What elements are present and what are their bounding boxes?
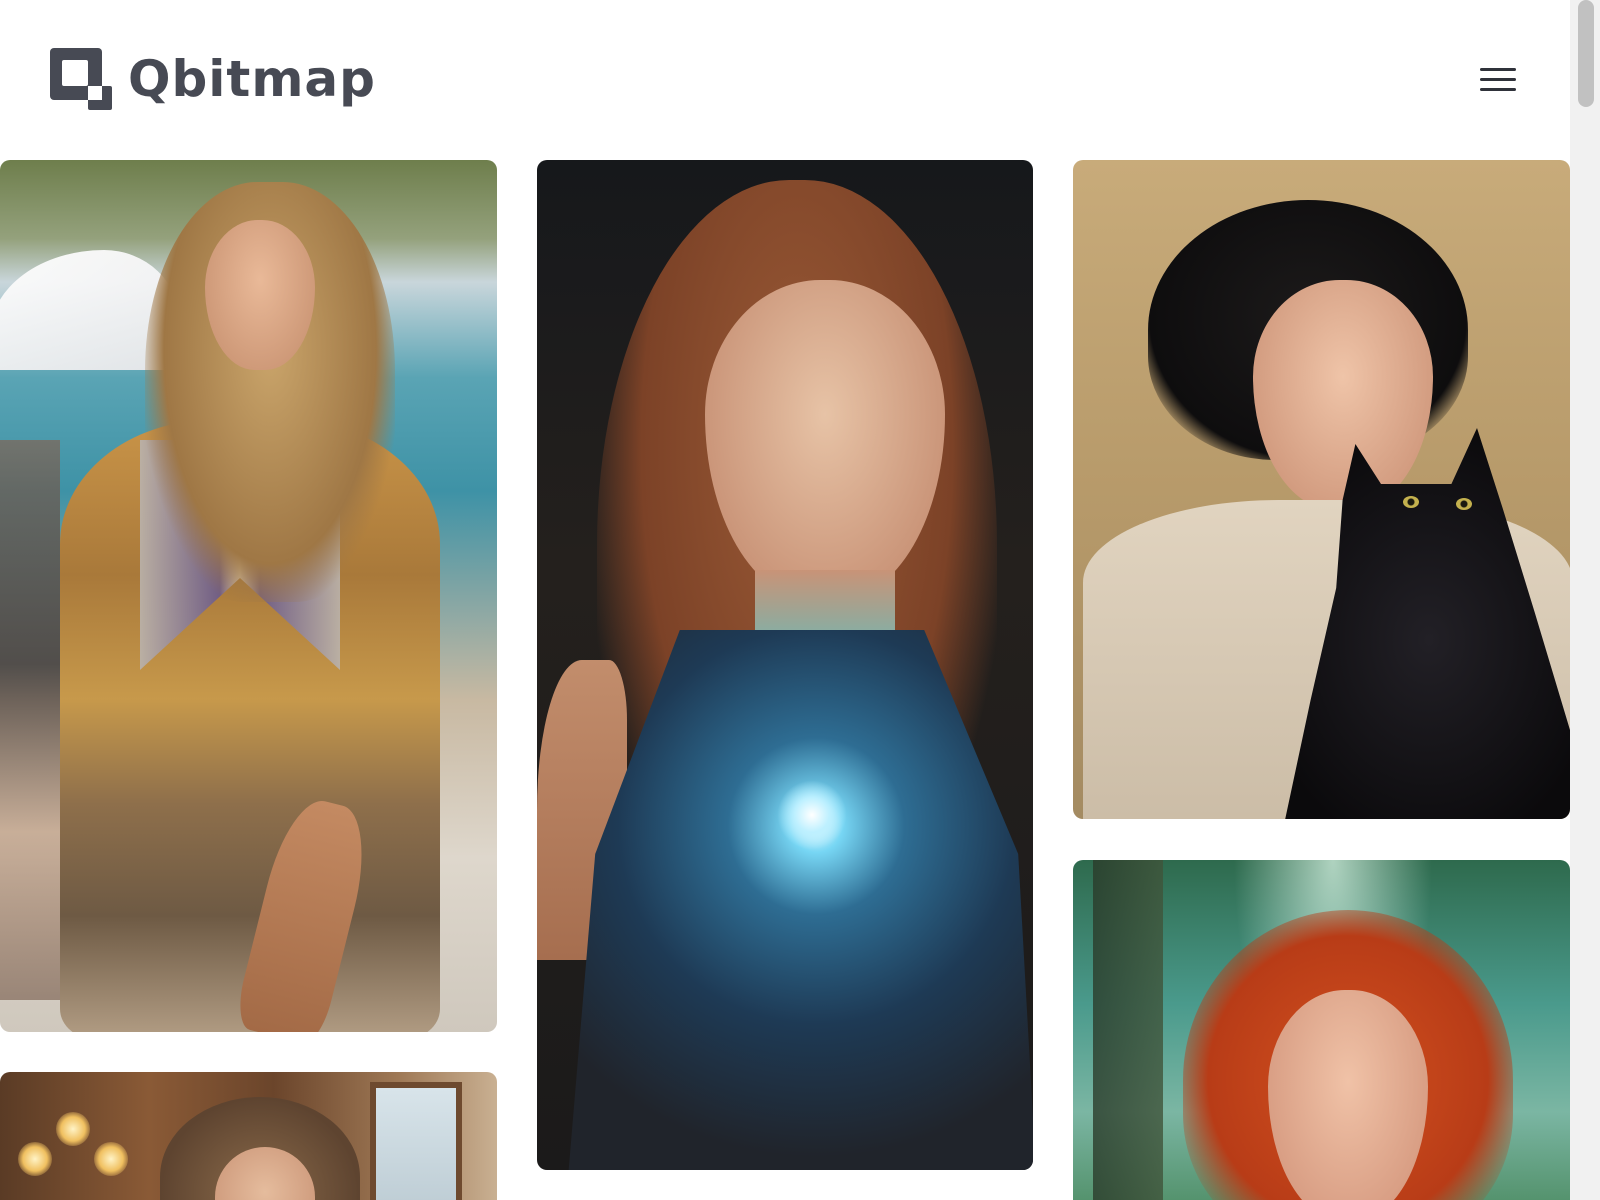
woman-with-cat-image xyxy=(1073,160,1570,819)
gallery-image-card[interactable] xyxy=(1073,860,1570,1200)
woman-cafe-image xyxy=(0,1072,497,1200)
site-header: Qbitmap xyxy=(0,0,1570,160)
page: Qbitmap xyxy=(0,0,1600,1200)
menu-line xyxy=(1480,68,1516,71)
gallery-image-card[interactable] xyxy=(537,160,1033,1170)
image-gallery xyxy=(0,160,1570,1200)
redhead-forest-image xyxy=(1073,860,1570,1200)
brand-logo-link[interactable]: Qbitmap xyxy=(50,48,376,110)
menu-line xyxy=(1480,78,1516,81)
woman-glowing-suit-image xyxy=(537,160,1033,1170)
woman-runway-image xyxy=(0,160,497,1032)
scrollbar-thumb[interactable] xyxy=(1578,0,1594,107)
gallery-image-card[interactable] xyxy=(1073,160,1570,819)
gallery-image-card[interactable] xyxy=(0,160,497,1032)
vertical-scrollbar[interactable] xyxy=(1570,0,1600,1200)
gallery-image-card[interactable] xyxy=(0,1072,497,1200)
hamburger-menu-icon[interactable] xyxy=(1474,64,1520,96)
brand-name: Qbitmap xyxy=(128,50,376,108)
qbitmap-logo-icon xyxy=(50,48,112,110)
menu-line xyxy=(1480,88,1516,91)
